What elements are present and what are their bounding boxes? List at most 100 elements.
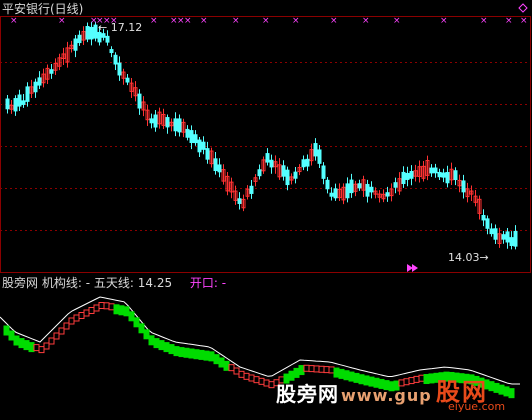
band-bar bbox=[103, 302, 110, 310]
candle-body bbox=[149, 118, 154, 124]
candle-body bbox=[357, 183, 362, 189]
band-bar bbox=[228, 364, 235, 372]
candle-body bbox=[237, 198, 242, 204]
band-bar bbox=[318, 365, 325, 373]
band-bar bbox=[3, 325, 10, 336]
band-bar bbox=[193, 349, 200, 360]
candle-body bbox=[293, 171, 298, 179]
candle-body bbox=[505, 231, 510, 243]
signal-marker: × bbox=[520, 16, 528, 26]
candle-body bbox=[5, 98, 10, 110]
candle-body bbox=[213, 158, 218, 172]
five-day-line-label: 五天线: 14.25 bbox=[93, 276, 173, 290]
candle-body bbox=[345, 183, 350, 199]
candle-body bbox=[117, 62, 122, 76]
band-bar bbox=[223, 360, 230, 371]
candle-body bbox=[257, 169, 262, 177]
band-bar bbox=[33, 344, 40, 352]
band-bar bbox=[83, 309, 90, 317]
candle-body bbox=[317, 149, 322, 164]
candle-body bbox=[445, 172, 450, 184]
candle-body bbox=[13, 98, 18, 112]
band-bar bbox=[268, 381, 275, 389]
band-bar bbox=[28, 342, 35, 353]
watermark-logo: 股网 eiyue.com bbox=[424, 372, 524, 416]
band-bar bbox=[258, 377, 265, 385]
candle-body bbox=[489, 228, 494, 235]
band-bar bbox=[203, 350, 210, 361]
band-bar bbox=[158, 340, 165, 351]
band-bar bbox=[333, 367, 340, 378]
high-price-value: 17.12 bbox=[110, 21, 143, 34]
candle-body bbox=[113, 54, 118, 65]
candle-body bbox=[49, 69, 54, 74]
candle-body bbox=[197, 139, 202, 153]
signal-marker: × bbox=[330, 16, 338, 26]
candle-body bbox=[349, 179, 354, 194]
candle-body bbox=[85, 26, 90, 40]
signal-marker: × bbox=[393, 16, 401, 26]
candle-body bbox=[333, 188, 338, 199]
signal-marker: × bbox=[362, 16, 370, 26]
band-bar bbox=[148, 335, 155, 346]
low-price-value: 14.03 bbox=[448, 251, 480, 264]
stock-title: 平安银行(日线) bbox=[2, 2, 84, 16]
indicator-name: 股旁网 bbox=[2, 276, 39, 290]
band-bar bbox=[128, 311, 135, 322]
watermark-brand: 股旁网 bbox=[276, 382, 339, 406]
candle-body bbox=[453, 170, 458, 181]
band-bar bbox=[38, 346, 45, 354]
band-bar bbox=[163, 342, 170, 353]
candle-body bbox=[321, 165, 326, 179]
candle-body bbox=[501, 234, 506, 240]
band-bar bbox=[308, 365, 315, 373]
band-bar bbox=[68, 317, 75, 325]
candle-body bbox=[285, 169, 290, 186]
band-bar bbox=[8, 330, 15, 341]
band-bar bbox=[233, 367, 240, 375]
band-bar bbox=[113, 304, 120, 315]
band-bar bbox=[48, 337, 55, 345]
signal-marker: × bbox=[184, 16, 192, 26]
candle-body bbox=[105, 35, 110, 43]
candle-body bbox=[89, 26, 94, 40]
candle-body bbox=[509, 237, 514, 246]
signal-marker: × bbox=[262, 16, 270, 26]
band-bar bbox=[58, 327, 65, 335]
band-bar bbox=[298, 365, 305, 376]
logo-url: eiyue.com bbox=[448, 400, 506, 413]
band-bar bbox=[143, 329, 150, 340]
candle-body bbox=[329, 192, 334, 197]
band-bar bbox=[23, 340, 30, 351]
candle-body bbox=[301, 159, 306, 168]
candle-body bbox=[485, 218, 490, 229]
candle-body bbox=[165, 117, 170, 128]
band-bar bbox=[88, 307, 95, 314]
band-bar bbox=[123, 306, 130, 317]
band-bar bbox=[328, 366, 335, 374]
candle-body bbox=[153, 114, 158, 128]
watermark-site: www.gup bbox=[341, 386, 432, 405]
signal-marker: × bbox=[292, 16, 300, 26]
candle-body bbox=[73, 38, 78, 51]
kline-chart[interactable]: × × ×× × × × × × × × × × × × × × × × × × bbox=[0, 0, 532, 420]
band-bar bbox=[118, 305, 125, 316]
candle-body bbox=[461, 180, 466, 193]
band-bar bbox=[43, 342, 50, 350]
band-bar bbox=[183, 347, 190, 358]
candle-body bbox=[217, 164, 222, 173]
band-bar bbox=[253, 376, 260, 384]
band-bar bbox=[13, 335, 20, 346]
signal-marker: × bbox=[440, 16, 448, 26]
band-bar bbox=[248, 374, 255, 382]
band-bar bbox=[133, 317, 140, 328]
band-bar bbox=[168, 344, 175, 355]
candle-body bbox=[205, 148, 210, 160]
candle-body bbox=[493, 228, 498, 240]
candle-body bbox=[177, 118, 182, 133]
candle-body bbox=[313, 143, 318, 157]
band-bar bbox=[73, 314, 80, 322]
candle-body bbox=[393, 182, 398, 188]
band-bar bbox=[98, 302, 105, 309]
band-bar bbox=[208, 351, 215, 362]
